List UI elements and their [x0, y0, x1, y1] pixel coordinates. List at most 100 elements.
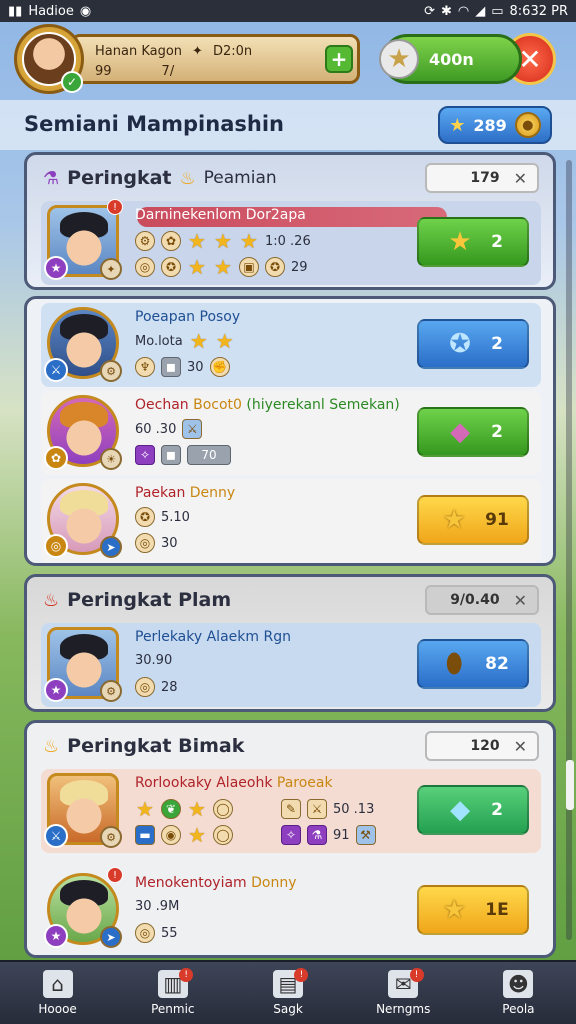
stat-value: 50 .13	[333, 801, 375, 817]
player-row[interactable]: ★ ✦ ! Darninekenlom Dor2apa ⚙ ✿ ★ ★ ★ 1:…	[41, 199, 541, 285]
flower-icon: ✿	[44, 446, 68, 470]
reward-value: 2	[491, 800, 503, 820]
shield-icon: ◉	[161, 825, 181, 845]
star-icon: ★	[188, 797, 206, 821]
online-badge-icon: ✓	[61, 71, 83, 93]
count-value: 120	[470, 738, 500, 754]
dagger-icon: ⚔	[182, 419, 203, 439]
nav-shop[interactable]: ▤ ! Sagk	[230, 962, 345, 1024]
stats-row: 60 .30 ⚔	[135, 419, 203, 439]
stat-value: 30	[187, 359, 204, 375]
player-avatar: ★ ✦	[44, 205, 122, 280]
stat-value: 60 .30	[135, 421, 177, 437]
reward-button[interactable]: ⬮ 82	[417, 639, 529, 689]
page-title: Semiani Mampinashin	[24, 112, 284, 136]
player-name: Poeapan Posoy	[135, 309, 241, 325]
medal-icon: ✪	[135, 507, 155, 527]
compass-icon: ➤	[100, 926, 122, 948]
gem-icon: ◆	[450, 417, 471, 447]
wings-icon: ♆	[135, 357, 155, 377]
sword-icon: ⚔	[307, 799, 327, 819]
player-avatar: ⚔ ⚙	[44, 307, 122, 382]
reward-button[interactable]: ✪ 2	[417, 319, 529, 369]
coin-icon: ◎	[135, 257, 155, 277]
reward-value: 2	[491, 232, 503, 252]
compass-icon: ➤	[100, 536, 122, 558]
nav-label: Penmic	[151, 1002, 195, 1016]
close-icon[interactable]: ✕	[514, 591, 527, 610]
stats-row: Mo.lota ★ ★	[135, 329, 235, 353]
player-avatar: ⚔ ⚙	[44, 773, 122, 848]
sword-icon: ⚔	[44, 824, 68, 848]
player-avatar[interactable]: ✓	[14, 24, 84, 94]
stats-row: ◎ 55	[135, 923, 178, 943]
star-icon: ★	[136, 797, 154, 821]
section-count[interactable]: 9/0.40 ✕	[425, 585, 539, 615]
player-row[interactable]: ✿ ☀ Oechan Bocot0 (hiyerekanl Semekan) 6…	[41, 391, 541, 475]
star-icon: ★	[189, 329, 208, 353]
magic-icon: ✧	[135, 445, 155, 465]
player-info-panel[interactable]: Hanan Kagon ✦ D2:0n 99 7/ +	[70, 34, 360, 84]
player-row[interactable]: ◎ ➤ Paekan Denny ✪ 5.10 ◎ 30 ★ 91	[41, 479, 541, 563]
reward-button[interactable]: ◆ 2	[417, 785, 529, 835]
reward-value: 1E	[485, 900, 509, 920]
nav-messages[interactable]: ✉ ! Nerngms	[346, 962, 461, 1024]
face-shape	[64, 320, 104, 370]
seed-icon: ⬮	[445, 648, 463, 679]
currency-display[interactable]: ★ 400n	[379, 34, 522, 84]
notification-badge: !	[107, 867, 123, 883]
star-icon: ★	[442, 505, 466, 535]
sword-icon: ⚔	[44, 358, 68, 382]
section-count[interactable]: 120 ✕	[425, 731, 539, 761]
clock-label: 8:632 PR	[509, 3, 568, 19]
stats-row: ◎ 30	[135, 533, 178, 553]
stat-value: 70	[187, 445, 231, 465]
coin-icon: ◎	[135, 533, 155, 553]
rank-star-icon: ★	[44, 924, 68, 948]
ranking-section-2: ⚔ ⚙ Poeapan Posoy Mo.lota ★ ★ ♆ ◼ 30 ✊ ✪…	[24, 296, 556, 566]
stat-value: 30 .9M	[135, 899, 180, 914]
fire-icon: ♨	[179, 167, 196, 189]
player-row[interactable]: ★ ➤ ! Menokentoyiam Donny 30 .9M ◎ 55 ★ …	[41, 867, 541, 953]
coin-icon: ●	[514, 112, 541, 138]
gear-icon: ⚙	[100, 826, 122, 848]
reward-button[interactable]: ◆ 2	[417, 407, 529, 457]
top-bar: ✓ Hanan Kagon ✦ D2:0n 99 7/ + ★ 400n ✕	[14, 24, 564, 94]
star-icon: ★	[215, 329, 234, 353]
nav-label: Peola	[502, 1002, 535, 1016]
stat-value: 29	[291, 259, 308, 275]
section-title: Peringkat Bimak	[67, 735, 245, 757]
score-pill[interactable]: ★ 289 ●	[438, 106, 552, 144]
player-row[interactable]: ⚔ ⚙ Poeapan Posoy Mo.lota ★ ★ ♆ ◼ 30 ✊ ✪…	[41, 303, 541, 387]
home-icon: ⌂	[42, 970, 73, 998]
section-title: Peringkat	[67, 167, 172, 189]
reward-button[interactable]: ★ 2	[417, 217, 529, 267]
nav-profile[interactable]: ☻ Peola	[461, 962, 576, 1024]
close-icon[interactable]: ✕	[514, 737, 527, 756]
stat-value: 28	[161, 679, 178, 695]
star-icon: ★	[240, 229, 258, 253]
nav-home[interactable]: ⌂ Hoooe	[0, 962, 115, 1024]
scrollbar-thumb[interactable]	[566, 760, 574, 810]
ring-icon: ◯	[213, 799, 233, 819]
stats-row: ◎ ✪ ★ ★ ▣ ✪ 29	[135, 255, 308, 279]
player-name: Oechan Bocot0 (hiyerekanl Semekan)	[135, 397, 400, 413]
status-bar: ▮▮ Hadioe ◉ ⟳ ✱ ◠ ◢ ▭ 8:632 PR	[0, 0, 576, 22]
reward-button[interactable]: ★ 91	[417, 495, 529, 545]
close-icon[interactable]: ✕	[514, 169, 527, 188]
stats-row: ⚙ ✿ ★ ★ ★ 1:0 .26	[135, 229, 311, 253]
player-avatar: ★ ➤	[44, 873, 122, 948]
count-value: 9/0.40	[450, 592, 500, 608]
player-avatar: ◎ ➤	[44, 483, 122, 558]
stats-row: ✧ ◼ 70	[135, 445, 231, 465]
reward-button[interactable]: ★ 1E	[417, 885, 529, 935]
ring-icon: ◯	[213, 825, 233, 845]
section-count[interactable]: 179 ✕	[425, 163, 539, 193]
wheat-icon: ✿	[161, 231, 181, 251]
player-row[interactable]: ★ ⚙ Perlekaky Alaekm Rgn 30.90 ◎ 28 ⬮ 82	[41, 623, 541, 707]
player-name: Perlekaky Alaekm Rgn	[135, 629, 291, 645]
player-row[interactable]: ⚔ ⚙ Rorlookaky Alaeohk Paroeak ★ ❦ ★ ◯ ✎…	[41, 769, 541, 853]
nav-ranking[interactable]: ▥ ! Penmic	[115, 962, 230, 1024]
add-button[interactable]: +	[325, 45, 353, 73]
scrollbar-track[interactable]	[566, 160, 572, 940]
